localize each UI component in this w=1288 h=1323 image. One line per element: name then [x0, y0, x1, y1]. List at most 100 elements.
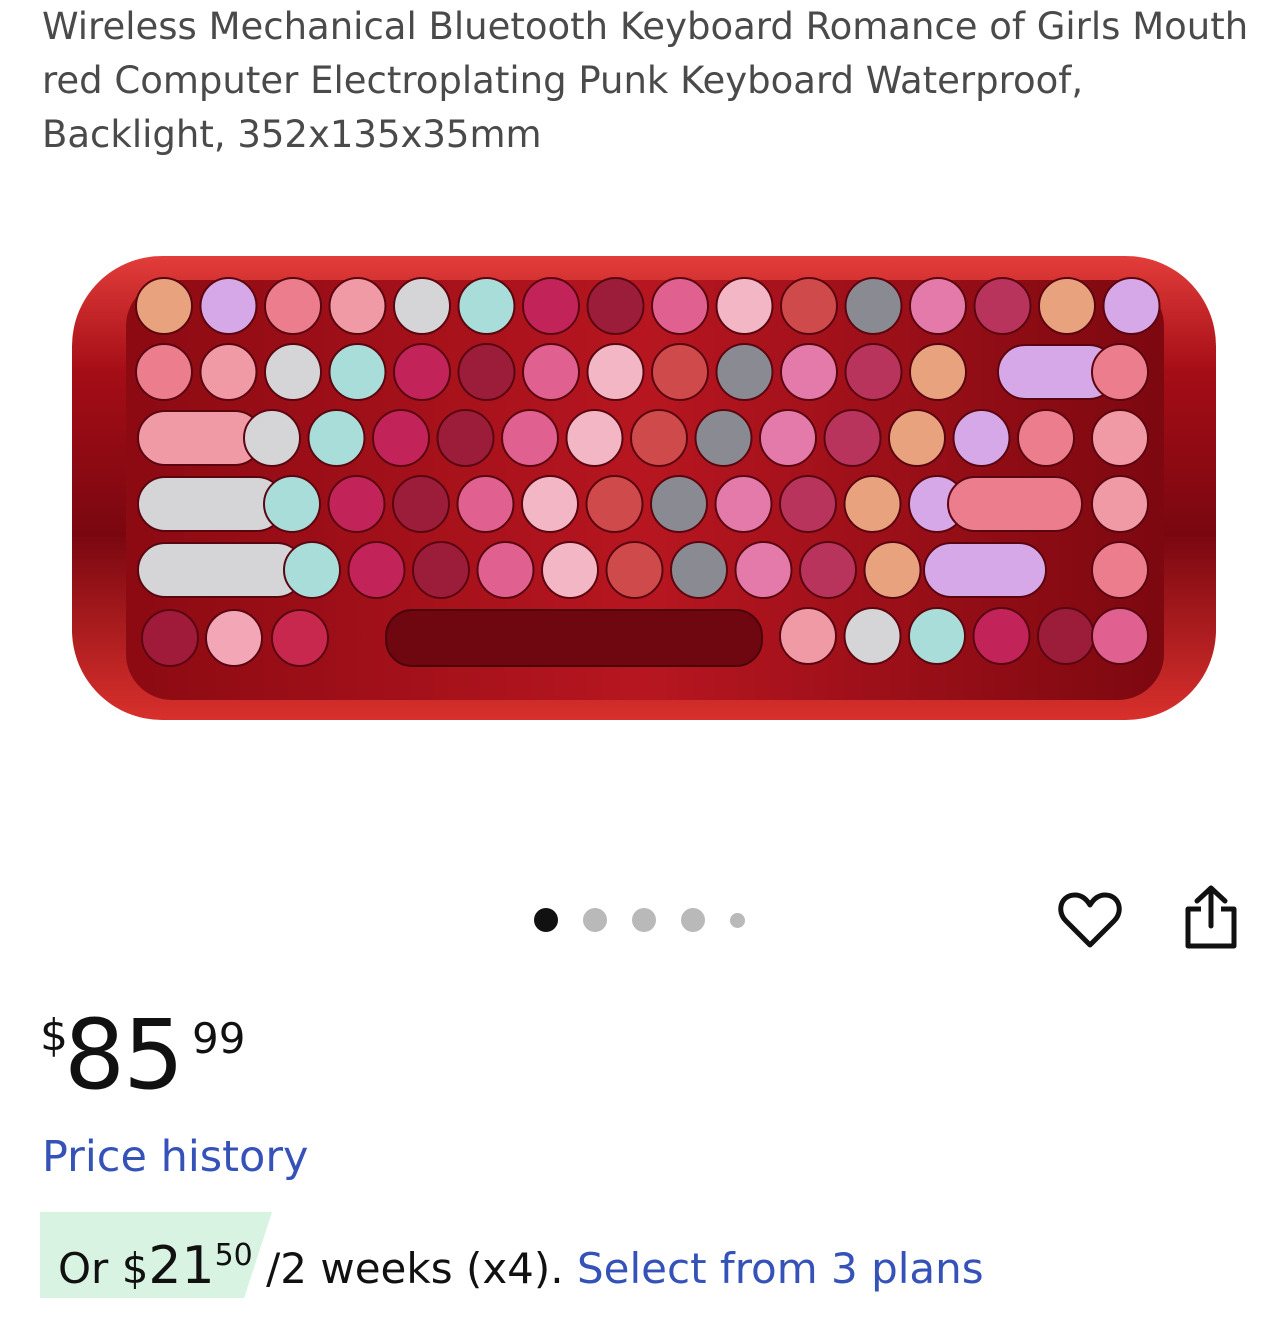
carousel-dot[interactable]: [583, 908, 607, 932]
keycap: [1091, 607, 1149, 665]
keycap: [734, 541, 793, 599]
keycap: [888, 409, 946, 467]
keycap: [457, 277, 516, 335]
keycap: [328, 343, 387, 401]
keycap: [476, 541, 535, 599]
keycap: [263, 475, 321, 533]
keycap: [135, 277, 193, 335]
keycap: [952, 409, 1011, 467]
keycap: [650, 475, 708, 533]
keycap: [1091, 343, 1149, 401]
installment-amount-cents: 50: [214, 1238, 253, 1273]
keycap: [347, 541, 406, 599]
keycap: [909, 343, 967, 401]
keycap: [1038, 277, 1096, 335]
keycap: [630, 409, 688, 467]
carousel-dot[interactable]: [730, 912, 745, 928]
carousel-dot[interactable]: [534, 908, 558, 932]
keycap: [522, 343, 580, 401]
installment-prefix: Or: [58, 1244, 122, 1293]
keycap: [843, 475, 902, 533]
keycap: [823, 409, 882, 467]
keycap: [141, 609, 199, 667]
keycap: [522, 277, 580, 335]
keycap: [1091, 475, 1149, 533]
select-plans-link[interactable]: Select from 3 plans: [577, 1244, 984, 1293]
keycap: [412, 541, 470, 599]
share-icon[interactable]: [1182, 884, 1240, 950]
keycap: [651, 343, 709, 401]
keycap: [372, 409, 430, 467]
keycap: [521, 475, 579, 533]
keycap: [909, 277, 967, 335]
keycap-wide: [137, 542, 305, 598]
installment-amount-whole: 21: [148, 1236, 215, 1296]
keycap: [135, 343, 193, 401]
keycap-wide: [923, 542, 1047, 598]
keycap: [586, 343, 645, 401]
installment-period: /2 weeks (x4).: [252, 1244, 577, 1293]
keycap: [1017, 409, 1075, 467]
keycap-wide: [137, 476, 285, 532]
carousel-dot[interactable]: [632, 908, 656, 932]
keycap: [457, 343, 516, 401]
keycap: [670, 541, 728, 599]
keycap: [328, 277, 387, 335]
keycap: [715, 343, 774, 401]
keycap: [436, 409, 495, 467]
keyboard-product-image[interactable]: [68, 250, 1220, 725]
keycap: [843, 607, 902, 665]
keycap: [392, 475, 450, 533]
keycap: [243, 409, 301, 467]
keycap: [585, 475, 644, 533]
keycap: [264, 343, 322, 401]
keycap: [715, 277, 774, 335]
keycap: [780, 343, 838, 401]
keycap: [264, 277, 322, 335]
keycap: [205, 609, 263, 667]
image-carousel-indicator[interactable]: [534, 906, 745, 934]
carousel-dot[interactable]: [681, 908, 705, 932]
keycap: [780, 277, 838, 335]
keycap: [799, 541, 857, 599]
keycap-wide: [947, 476, 1083, 532]
heart-icon[interactable]: [1058, 890, 1122, 950]
keycap: [327, 475, 386, 533]
keycap: [1091, 409, 1149, 467]
keycap: [863, 541, 922, 599]
keycap: [271, 609, 329, 667]
keycap: [972, 607, 1031, 665]
keycap: [779, 607, 837, 665]
keycap: [501, 409, 559, 467]
keycap: [844, 343, 903, 401]
keycap: [1091, 541, 1149, 599]
keycap: [393, 277, 451, 335]
keycap: [456, 475, 515, 533]
price-history-link[interactable]: Price history: [42, 1132, 308, 1182]
keycap: [651, 277, 709, 335]
keycap: [307, 409, 366, 467]
keycap: [565, 409, 624, 467]
product-title: Wireless Mechanical Bluetooth Keyboard R…: [42, 5, 1249, 156]
keycap: [908, 607, 966, 665]
price-cents: 99: [192, 1014, 246, 1063]
keycap: [586, 277, 645, 335]
keycap: [844, 277, 903, 335]
keycap: [283, 541, 341, 599]
keycap: [541, 541, 599, 599]
installment-text: Or $2150 /2 weeks (x4). Select from 3 pl…: [58, 1226, 984, 1299]
installment-currency: $: [121, 1244, 149, 1293]
keycap: [694, 409, 753, 467]
keycap: [393, 343, 451, 401]
keycap: [973, 277, 1032, 335]
keycap: [779, 475, 837, 533]
price-whole: 85: [64, 999, 184, 1111]
keycap: [605, 541, 664, 599]
keycap: [199, 343, 258, 401]
keycap: [714, 475, 773, 533]
keycap: [1102, 277, 1161, 335]
keycap: [759, 409, 817, 467]
keycap: [1037, 607, 1095, 665]
spacebar: [385, 609, 763, 667]
keycap: [199, 277, 258, 335]
